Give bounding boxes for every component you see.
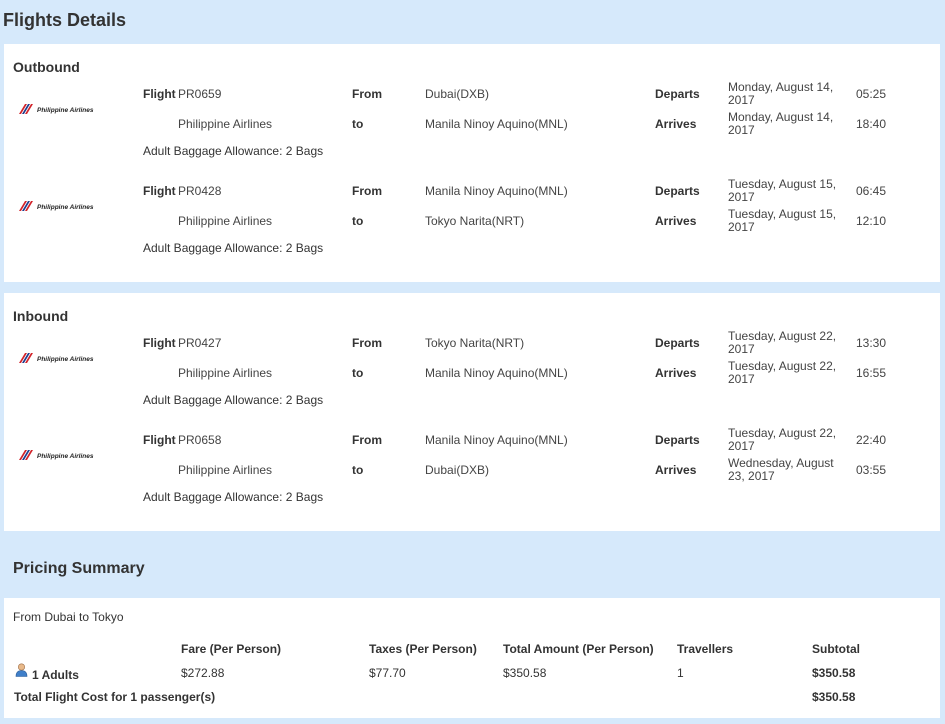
total-flight-cost-label: Total Flight Cost for 1 passenger(s) xyxy=(14,690,216,704)
flight-number: PR0658 xyxy=(178,433,222,447)
airline-logo: Philippine Airlines xyxy=(18,102,98,116)
to-airport: Manila Ninoy Aquino(MNL) xyxy=(425,117,568,131)
flight-label: Flight xyxy=(143,336,176,350)
flight-label: Flight xyxy=(143,87,176,101)
taxes-header: Taxes (Per Person) xyxy=(369,642,477,656)
depart-time: 05:25 xyxy=(856,87,887,101)
page-title: Flights Details xyxy=(3,10,127,30)
airline-name: Philippine Airlines xyxy=(178,463,273,477)
to-label: to xyxy=(352,366,364,380)
depart-date: Monday, August 14, 2017 xyxy=(728,80,834,107)
flight-number: PR0428 xyxy=(178,184,222,198)
airline-logo: Philippine Airlines xyxy=(18,199,98,213)
svg-text:Philippine Airlines: Philippine Airlines xyxy=(37,204,94,211)
arrive-date: Wednesday, August 23, 2017 xyxy=(728,456,834,483)
arrives-label: Arrives xyxy=(655,214,697,228)
svg-text:Philippine Airlines: Philippine Airlines xyxy=(37,356,94,363)
baggage-allowance: Adult Baggage Allowance: 2 Bags xyxy=(143,144,324,158)
outbound-panel: Outbound Philippine Airlines Flight PR06… xyxy=(4,44,940,282)
flight-number: PR0659 xyxy=(178,87,222,101)
departs-label: Departs xyxy=(655,87,700,101)
pricing-panel: From Dubai to Tokyo Fare (Per Person) Ta… xyxy=(4,598,940,718)
depart-time: 06:45 xyxy=(856,184,887,198)
airline-name: Philippine Airlines xyxy=(178,214,273,228)
travellers-value: 1 xyxy=(677,666,684,680)
arrive-time: 03:55 xyxy=(856,463,887,477)
baggage-allowance: Adult Baggage Allowance: 2 Bags xyxy=(143,393,324,407)
departs-label: Departs xyxy=(655,336,700,350)
arrive-date: Monday, August 14, 2017 xyxy=(728,110,834,137)
flight-label: Flight xyxy=(143,433,176,447)
flight-number: PR0427 xyxy=(178,336,222,350)
departs-label: Departs xyxy=(655,433,700,447)
total-amount-header: Total Amount (Per Person) xyxy=(503,642,654,656)
inbound-title: Inbound xyxy=(13,308,69,324)
from-label: From xyxy=(352,184,382,198)
arrive-time: 16:55 xyxy=(856,366,887,380)
subtotal-header: Subtotal xyxy=(812,642,860,656)
svg-text:Philippine Airlines: Philippine Airlines xyxy=(37,453,94,460)
arrive-date: Tuesday, August 15, 2017 xyxy=(728,207,837,234)
from-label: From xyxy=(352,433,382,447)
airline-name: Philippine Airlines xyxy=(178,366,273,380)
arrives-label: Arrives xyxy=(655,463,697,477)
to-label: to xyxy=(352,214,364,228)
subtotal-value: $350.58 xyxy=(812,666,856,680)
arrives-label: Arrives xyxy=(655,117,697,131)
from-label: From xyxy=(352,87,382,101)
baggage-allowance: Adult Baggage Allowance: 2 Bags xyxy=(143,241,324,255)
total-amount-value: $350.58 xyxy=(503,666,547,680)
to-label: to xyxy=(352,463,364,477)
fare-value: $272.88 xyxy=(181,666,225,680)
travellers-header: Travellers xyxy=(677,642,734,656)
to-airport: Dubai(DXB) xyxy=(425,463,490,477)
from-airport: Dubai(DXB) xyxy=(425,87,490,101)
fare-header: Fare (Per Person) xyxy=(181,642,282,656)
depart-time: 13:30 xyxy=(856,336,887,350)
from-airport: Manila Ninoy Aquino(MNL) xyxy=(425,433,568,447)
from-airport: Tokyo Narita(NRT) xyxy=(425,336,525,350)
departs-label: Departs xyxy=(655,184,700,198)
to-airport: Tokyo Narita(NRT) xyxy=(425,214,525,228)
baggage-allowance: Adult Baggage Allowance: 2 Bags xyxy=(143,490,324,504)
airline-logo: Philippine Airlines xyxy=(18,351,98,365)
passengers-count: 1 Adults xyxy=(32,668,79,682)
from-label: From xyxy=(352,336,382,350)
depart-date: Tuesday, August 22, 2017 xyxy=(728,426,837,453)
from-airport: Manila Ninoy Aquino(MNL) xyxy=(425,184,568,198)
airline-logo: Philippine Airlines xyxy=(18,448,98,462)
arrive-time: 12:10 xyxy=(856,214,887,228)
taxes-value: $77.70 xyxy=(369,666,406,680)
airline-name: Philippine Airlines xyxy=(178,117,273,131)
arrive-time: 18:40 xyxy=(856,117,887,131)
to-label: to xyxy=(352,117,364,131)
to-airport: Manila Ninoy Aquino(MNL) xyxy=(425,366,568,380)
arrive-date: Tuesday, August 22, 2017 xyxy=(728,359,837,386)
depart-time: 22:40 xyxy=(856,433,887,447)
flight-label: Flight xyxy=(143,184,176,198)
depart-date: Tuesday, August 15, 2017 xyxy=(728,177,837,204)
total-flight-cost-value: $350.58 xyxy=(812,690,856,704)
depart-date: Tuesday, August 22, 2017 xyxy=(728,329,837,356)
pricing-summary-title: Pricing Summary xyxy=(13,560,145,577)
user-icon xyxy=(15,663,28,677)
pricing-route: From Dubai to Tokyo xyxy=(13,610,124,624)
arrives-label: Arrives xyxy=(655,366,697,380)
inbound-panel: Inbound Philippine Airlines Flight PR042… xyxy=(4,293,940,531)
svg-text:Philippine Airlines: Philippine Airlines xyxy=(37,107,94,114)
outbound-title: Outbound xyxy=(13,59,80,75)
